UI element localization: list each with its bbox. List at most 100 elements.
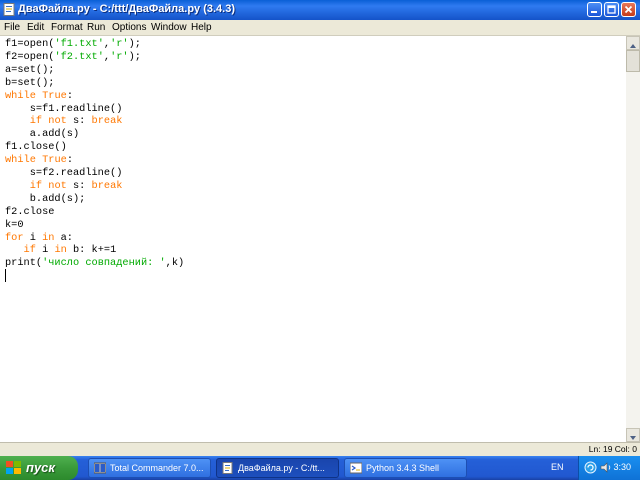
code-token: 'f1.txt' [54, 38, 104, 50]
code-line: f2.close [5, 206, 54, 219]
code-line: a=set(); [5, 64, 54, 77]
code-token: while [5, 89, 36, 102]
code-token: in [42, 231, 55, 244]
code-token: break [91, 179, 123, 192]
scroll-thumb[interactable] [626, 50, 640, 72]
python-file-icon [222, 462, 233, 474]
task-label: Total Commander 7.0... [110, 463, 204, 473]
code-token: in [54, 244, 67, 257]
code-token: 'r' [110, 50, 129, 63]
menu-window[interactable]: Window [151, 22, 187, 33]
code-token: if [23, 244, 36, 257]
menu-edit[interactable]: Edit [27, 22, 44, 33]
code-token: not [48, 115, 67, 128]
code-line: f2=open('f2.txt','r'); [5, 51, 141, 64]
code-token: s: [66, 179, 92, 192]
language-indicator[interactable]: EN [551, 462, 564, 472]
code-token: break [91, 115, 123, 128]
maximize-button[interactable] [604, 2, 619, 17]
code-token: f2=open( [5, 50, 55, 63]
code-token: i [35, 244, 55, 257]
total-commander-icon [94, 462, 106, 474]
menu-options[interactable]: Options [112, 22, 146, 33]
minimize-icon [591, 11, 597, 13]
code-line: if i in b: k+=1 [5, 244, 117, 257]
code-token: True [42, 89, 67, 102]
code-line: while True: [5, 154, 73, 167]
code-line: a.add(s) [5, 128, 79, 141]
code-token: a: [54, 231, 73, 244]
menu-run[interactable]: Run [87, 22, 105, 33]
menu-help[interactable]: Help [191, 22, 212, 33]
code-token: a=set(); [5, 63, 55, 76]
refresh-icon[interactable] [584, 461, 597, 474]
code-token: s=f1.readline() [5, 102, 123, 115]
code-line: b.add(s); [5, 192, 86, 206]
code-token: f2.close [5, 205, 55, 218]
code-line: print('число совпадений: ',k) [5, 257, 184, 270]
menu-bar: File Edit Format Run Options Window Help [0, 20, 640, 36]
code-token: ,k) [165, 257, 185, 270]
clock: 3:30 [613, 462, 631, 472]
task-label: Python 3.4.3 Shell [366, 463, 440, 473]
scroll-down-button[interactable] [626, 428, 640, 442]
code-token: True [42, 154, 67, 167]
task-python-shell[interactable]: Python 3.4.3 Shell [344, 458, 467, 478]
code-token: while [5, 154, 36, 167]
code-editor[interactable]: f1=open('f1.txt','r'); f2=open('f2.txt','… [0, 36, 626, 442]
task-total-commander[interactable]: Total Commander 7.0... [88, 458, 211, 478]
minimize-button[interactable] [587, 2, 602, 17]
code-token: s=f2.readline() [5, 167, 123, 179]
menu-format[interactable]: Format [51, 22, 83, 33]
code-token: ); [128, 38, 141, 50]
maximize-icon [607, 5, 616, 14]
code-token: 'число совпадений: ' [42, 257, 166, 270]
code-line: s=f1.readline() [5, 102, 123, 116]
code-token: i [23, 231, 43, 244]
code-token: : [66, 154, 73, 167]
windows-logo-icon [6, 461, 21, 474]
code-token: k=0 [5, 218, 24, 231]
code-token: b=set(); [5, 76, 55, 89]
start-button[interactable]: пуск [0, 456, 78, 480]
vertical-scrollbar[interactable] [626, 36, 640, 442]
code-line: s=f2.readline() [5, 167, 123, 180]
code-token: if [29, 179, 43, 192]
code-token: not [48, 179, 67, 192]
code-token: 'f2.txt' [54, 50, 104, 63]
task-label: ДваФайла.py - C:/tt... [238, 463, 325, 473]
taskbar: пуск Total Commander 7.0... ДваФайла.py … [0, 456, 640, 480]
title-bar[interactable]: ДваФайла.py - C:/ttt/ДваФайла.py (3.4.3) [0, 0, 640, 20]
python-file-icon [3, 3, 15, 16]
code-token: print( [5, 257, 43, 270]
code-token: a.add(s) [5, 128, 80, 141]
start-label: пуск [26, 460, 55, 475]
status-bar: Ln: 19 Col: 0 [0, 442, 640, 456]
scroll-up-button[interactable] [626, 36, 640, 50]
code-token: if [29, 115, 43, 128]
code-token: : [66, 89, 73, 102]
code-line: k=0 [5, 219, 24, 232]
code-line: for i in a: [5, 232, 73, 245]
code-token: for [5, 231, 24, 244]
code-line: if not s: break [5, 115, 123, 128]
task-dvafaila-editor[interactable]: ДваФайла.py - C:/tt... [216, 458, 339, 478]
cursor-position: Ln: 19 Col: 0 [588, 444, 637, 454]
python-shell-icon [350, 462, 362, 474]
code-token: f1=open( [5, 38, 55, 50]
window-title: ДваФайла.py - C:/ttt/ДваФайла.py (3.4.3) [18, 3, 236, 15]
close-button[interactable] [621, 2, 636, 17]
speaker-icon[interactable] [599, 461, 612, 474]
code-line: while True: [5, 90, 73, 103]
code-line: if not s: break [5, 179, 123, 193]
menu-file[interactable]: File [4, 22, 20, 33]
close-icon [624, 5, 633, 14]
code-token: ); [128, 50, 141, 63]
code-line: f1.close() [5, 141, 67, 154]
text-cursor [5, 269, 6, 282]
code-token: b.add(s); [5, 192, 86, 205]
system-tray: 3:30 [578, 456, 640, 480]
